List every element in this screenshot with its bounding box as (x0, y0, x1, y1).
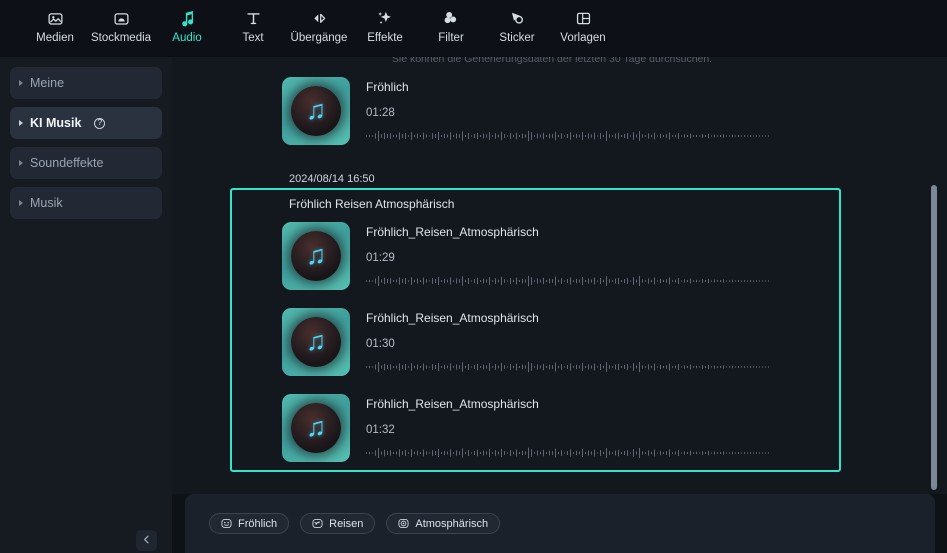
toolbar-label: Audio (172, 32, 202, 44)
toolbar-item-medien[interactable]: Medien (22, 0, 88, 57)
templates-grid-icon (575, 7, 592, 29)
sidebar-item-soundeffekte[interactable]: Soundeffekte (10, 147, 162, 179)
track-thumbnail: ♫ (282, 222, 350, 290)
left-sidebar: Meine KI Musik ? Soundeffekte Musik (0, 57, 172, 553)
chevron-right-icon (19, 80, 23, 86)
music-note-icon: ♫ (305, 94, 327, 125)
atmosphere-icon (398, 518, 409, 529)
track-duration: 01:28 (366, 107, 395, 119)
track-item[interactable]: ♫ Fröhlich_Reisen_Atmosphärisch 01:29 (282, 222, 792, 300)
generation-hint: Sie können die Generierungsdaten der let… (391, 57, 713, 65)
sidebar-item-label: KI Musik (30, 116, 82, 130)
sidebar-collapse-button[interactable] (136, 530, 157, 551)
sidebar-item-label: Soundeffekte (30, 156, 104, 170)
track-thumbnail: ♫ (282, 394, 350, 462)
group-title: Fröhlich Reisen Atmosphärisch (289, 197, 455, 211)
content-area: Sie können die Generierungsdaten der let… (172, 57, 947, 494)
track-meta: Fröhlich_Reisen_Atmosphärisch 01:32 (366, 394, 792, 472)
mood-happy-icon (221, 518, 232, 529)
waveform (366, 361, 774, 373)
toolbar-label: Medien (36, 32, 74, 44)
music-note-icon: ♫ (305, 325, 327, 356)
toolbar-item-stockmedia[interactable]: Stockmedia (88, 0, 154, 57)
track-duration: 01:30 (366, 338, 395, 350)
sidebar-item-meine[interactable]: Meine (10, 67, 162, 99)
tag-chip-label: Fröhlich (238, 517, 278, 530)
sidebar-item-label: Musik (30, 196, 63, 210)
transitions-icon (310, 7, 329, 29)
toolbar-item-vorlagen[interactable]: Vorlagen (550, 0, 616, 57)
toolbar-item-audio[interactable]: Audio (154, 0, 220, 57)
stockmedia-icon (113, 7, 130, 29)
main-toolbar: Medien Stockmedia Audio Text Übergänge E… (0, 0, 947, 57)
tag-chip-froehlich[interactable]: Fröhlich (209, 513, 290, 534)
toolbar-label: Sticker (499, 32, 535, 44)
toolbar-label: Filter (438, 32, 464, 44)
app-window: Medien Stockmedia Audio Text Übergänge E… (0, 0, 947, 553)
tag-chip-atmosphaerisch[interactable]: Atmosphärisch (386, 513, 501, 534)
track-name: Fröhlich_Reisen_Atmosphärisch (366, 225, 539, 239)
tag-bar: Fröhlich Reisen Atmosphärisch (185, 494, 935, 553)
track-name: Fröhlich_Reisen_Atmosphärisch (366, 311, 539, 325)
music-note-icon: ♫ (305, 411, 327, 442)
track-duration: 01:29 (366, 252, 395, 264)
effects-sparkle-icon (376, 7, 394, 29)
travel-icon (312, 518, 323, 529)
track-meta: Fröhlich 01:28 (366, 77, 792, 155)
sticker-icon (508, 7, 526, 29)
track-duration: 01:32 (366, 424, 395, 436)
vertical-scrollbar[interactable] (931, 185, 937, 490)
track-meta: Fröhlich_Reisen_Atmosphärisch 01:29 (366, 222, 792, 300)
waveform (366, 447, 774, 459)
group-date: 2024/08/14 16:50 (289, 173, 375, 185)
chevron-right-icon (19, 120, 23, 126)
track-item[interactable]: ♫ Fröhlich 01:28 (282, 77, 792, 155)
toolbar-label: Stockmedia (90, 32, 152, 44)
toolbar-label: Vorlagen (560, 32, 606, 44)
toolbar-item-sticker[interactable]: Sticker (484, 0, 550, 57)
sidebar-list: Meine KI Musik ? Soundeffekte Musik (0, 57, 172, 219)
sidebar-item-musik[interactable]: Musik (10, 187, 162, 219)
track-meta: Fröhlich_Reisen_Atmosphärisch 01:30 (366, 308, 792, 386)
waveform (366, 130, 774, 142)
filter-circles-icon (442, 7, 460, 29)
toolbar-item-filter[interactable]: Filter (418, 0, 484, 57)
tag-chip-reisen[interactable]: Reisen (300, 513, 376, 534)
toolbar-label: Effekte (367, 32, 403, 44)
chevron-right-icon (19, 160, 23, 166)
audio-note-icon (179, 7, 196, 29)
text-icon (245, 7, 262, 29)
media-icon (47, 7, 64, 29)
sidebar-item-label: Meine (30, 76, 65, 90)
chevron-left-icon (141, 532, 152, 550)
toolbar-item-effekte[interactable]: Effekte (352, 0, 418, 57)
toolbar-label: Übergänge (290, 32, 348, 44)
track-thumbnail: ♫ (282, 77, 350, 145)
music-note-icon: ♫ (305, 239, 327, 270)
track-item[interactable]: ♫ Fröhlich_Reisen_Atmosphärisch 01:30 (282, 308, 792, 386)
toolbar-item-text[interactable]: Text (220, 0, 286, 57)
toolbar-item-uebergaenge[interactable]: Übergänge (286, 0, 352, 57)
chevron-right-icon (19, 200, 23, 206)
track-name: Fröhlich_Reisen_Atmosphärisch (366, 397, 539, 411)
track-item[interactable]: ♫ Fröhlich_Reisen_Atmosphärisch 01:32 (282, 394, 792, 472)
track-thumbnail: ♫ (282, 308, 350, 376)
sidebar-item-ki-musik[interactable]: KI Musik ? (10, 107, 162, 139)
toolbar-label: Text (242, 32, 264, 44)
help-icon[interactable]: ? (94, 117, 106, 129)
tag-chip-label: Reisen (329, 517, 364, 530)
waveform (366, 275, 774, 287)
tag-chip-label: Atmosphärisch (415, 517, 489, 530)
track-name: Fröhlich (366, 80, 409, 94)
